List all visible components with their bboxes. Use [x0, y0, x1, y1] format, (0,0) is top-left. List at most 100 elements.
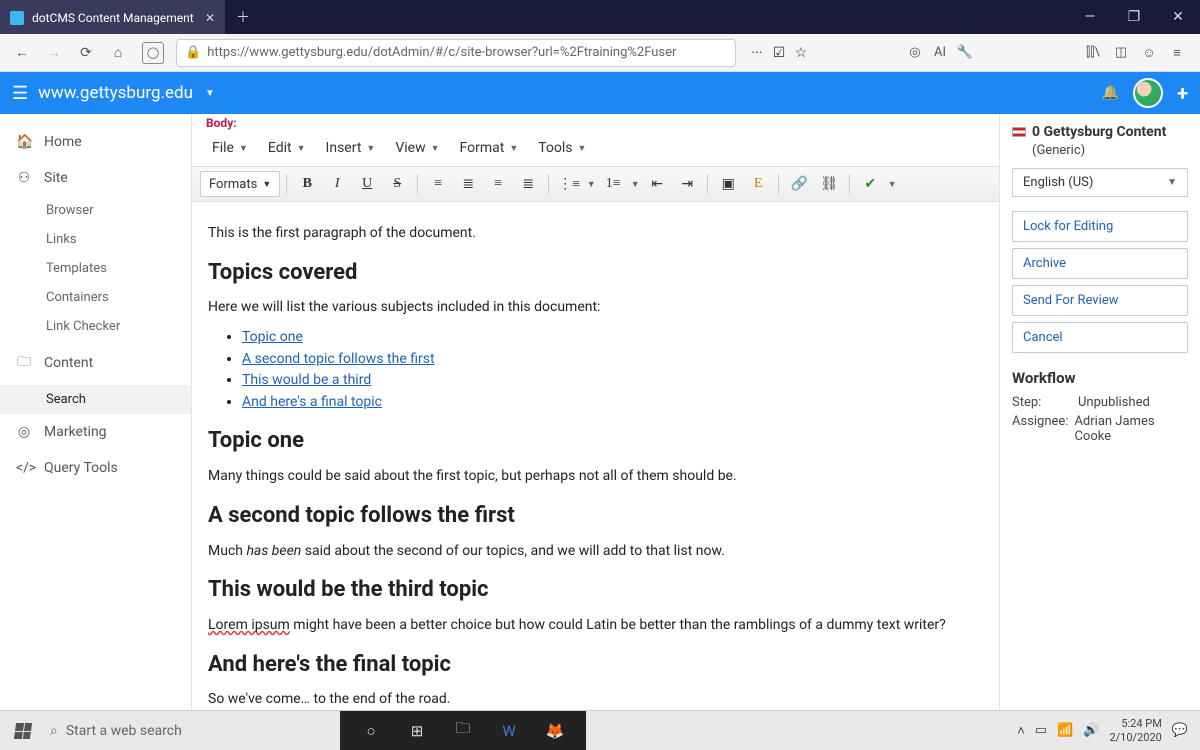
menu-view[interactable]: View▼: [385, 136, 449, 160]
image-button[interactable]: ▣: [714, 171, 742, 197]
cancel-button[interactable]: Cancel: [1012, 322, 1188, 353]
strike-button[interactable]: S: [383, 171, 411, 197]
wrench-icon[interactable]: 🔧: [956, 45, 974, 60]
ai-label[interactable]: AI: [934, 45, 946, 60]
library-icon[interactable]: ⫿⫿\: [1084, 45, 1102, 60]
sidebar-icon[interactable]: ◫: [1112, 45, 1130, 60]
start-button[interactable]: [6, 714, 40, 748]
notifications-icon[interactable]: 🔔: [1102, 85, 1119, 101]
reload-button[interactable]: ⟳: [72, 39, 100, 67]
assignee-label: Assignee:: [1012, 414, 1074, 444]
wifi-icon[interactable]: 📶: [1057, 723, 1073, 738]
sound-icon[interactable]: 🔊: [1083, 723, 1099, 738]
bullet-list-dd[interactable]: ▼: [585, 171, 597, 197]
avatar[interactable]: [1133, 78, 1163, 108]
forward-button[interactable]: →: [40, 39, 68, 67]
site-icon: ⚇: [16, 170, 32, 186]
site-dropdown-icon[interactable]: ▼: [205, 88, 215, 99]
menu-icon[interactable]: ≡: [1168, 45, 1186, 61]
editor-pane: Body: File▼ Edit▼ Insert▼ View▼ Format▼ …: [192, 114, 1000, 710]
topic-link[interactable]: A second topic follows the first: [242, 351, 435, 367]
close-icon[interactable]: ✕: [205, 11, 215, 25]
heading: And here's the final topic: [208, 650, 983, 681]
bold-button[interactable]: B: [293, 171, 321, 197]
workflow-heading: Workflow: [1012, 369, 1188, 387]
cortana-icon[interactable]: ○: [348, 711, 394, 750]
sidebar-sub-browser[interactable]: Browser: [0, 196, 191, 225]
app-topbar: ☰ www.gettysburg.edu ▼ 🔔 +: [0, 72, 1200, 114]
embed-button[interactable]: E: [744, 171, 772, 197]
taskbar-search[interactable]: ⌕ Start a web search: [40, 714, 320, 748]
home-button[interactable]: ⌂: [104, 39, 132, 67]
link-button[interactable]: 🔗: [785, 171, 813, 197]
italic-button[interactable]: I: [323, 171, 351, 197]
window-maximize[interactable]: ❐: [1112, 0, 1156, 34]
explorer-icon[interactable]: 🗀: [440, 711, 486, 750]
extension-icon[interactable]: ◎: [906, 45, 924, 60]
url-bar[interactable]: 🔒 https://www.gettysburg.edu/dotAdmin/#/…: [176, 39, 736, 67]
align-center-button[interactable]: ≣: [454, 171, 482, 197]
menu-format[interactable]: Format▼: [450, 136, 529, 160]
lock-for-editing-button[interactable]: Lock for Editing: [1012, 211, 1188, 242]
menu-edit[interactable]: Edit▼: [258, 136, 316, 160]
assignee-value: Adrian James Cooke: [1074, 414, 1188, 444]
browser-tabstrip: dotCMS Content Management ✕ ＋ — ❐ ✕: [0, 0, 1200, 34]
align-right-button[interactable]: ≡: [484, 171, 512, 197]
word-icon[interactable]: W: [486, 711, 532, 750]
tray-chevron-icon[interactable]: ˄: [1017, 723, 1025, 739]
heading: A second topic follows the first: [208, 501, 983, 532]
number-list-button[interactable]: 1≡: [599, 171, 627, 197]
check-button[interactable]: ✔: [856, 171, 884, 197]
topic-link[interactable]: This would be a third: [242, 372, 371, 388]
account-icon[interactable]: ☺: [1140, 45, 1158, 61]
firefox-icon[interactable]: 🦊: [532, 711, 578, 750]
hamburger-icon[interactable]: ☰: [12, 83, 28, 104]
sidebar-sub-linkchecker[interactable]: Link Checker: [0, 312, 191, 341]
reader-icon[interactable]: ☑: [770, 45, 788, 61]
number-list-dd[interactable]: ▼: [629, 171, 641, 197]
topic-link[interactable]: Topic one: [242, 329, 303, 345]
align-justify-button[interactable]: ≣: [514, 171, 542, 197]
bookmark-star-icon[interactable]: ☆: [792, 45, 810, 61]
check-dd[interactable]: ▼: [886, 171, 898, 197]
sidebar-item-home[interactable]: 🏠 Home: [0, 124, 191, 160]
step-label: Step:: [1012, 395, 1078, 410]
indent-button[interactable]: ⇥: [673, 171, 701, 197]
back-button[interactable]: ←: [8, 39, 36, 67]
menu-insert[interactable]: Insert▼: [316, 136, 386, 160]
sidebar-sub-links[interactable]: Links: [0, 225, 191, 254]
menu-file[interactable]: File▼: [202, 136, 258, 160]
sidebar-sub-search[interactable]: Search: [0, 385, 191, 414]
sidebar-sub-templates[interactable]: Templates: [0, 254, 191, 283]
window-minimize[interactable]: —: [1068, 0, 1112, 34]
add-button[interactable]: +: [1177, 81, 1188, 105]
align-left-button[interactable]: ≡: [424, 171, 452, 197]
unlink-button[interactable]: ⛓: [815, 171, 843, 197]
content-icon: 🗀: [16, 351, 32, 375]
window-close[interactable]: ✕: [1156, 0, 1200, 34]
notifications-tray-icon[interactable]: 💬: [1172, 723, 1188, 738]
language-select[interactable]: English (US)▼: [1012, 168, 1188, 197]
clock[interactable]: 5:24 PM 2/10/2020: [1109, 717, 1161, 743]
menu-tools[interactable]: Tools▼: [528, 136, 596, 160]
archive-button[interactable]: Archive: [1012, 248, 1188, 279]
sidebar-item-site[interactable]: ⚇ Site: [0, 160, 191, 196]
editor-body[interactable]: This is the first paragraph of the docum…: [192, 202, 999, 710]
sidebar-item-marketing[interactable]: ◎ Marketing: [0, 414, 191, 450]
sidebar-item-querytools[interactable]: </> Query Tools: [0, 450, 191, 486]
underline-button[interactable]: U: [353, 171, 381, 197]
bullet-list-button[interactable]: ⋮≡: [555, 171, 583, 197]
browser-tab[interactable]: dotCMS Content Management ✕: [0, 0, 225, 34]
sidebar-item-content[interactable]: 🗀 Content: [0, 341, 191, 385]
windows-icon: [14, 723, 32, 739]
shield-icon[interactable]: ◯: [142, 42, 164, 64]
sidebar-sub-containers[interactable]: Containers: [0, 283, 191, 312]
more-icon[interactable]: ···: [748, 45, 766, 61]
formats-dropdown[interactable]: Formats▼: [200, 171, 280, 197]
topic-link[interactable]: And here's a final topic: [242, 394, 382, 410]
new-tab-button[interactable]: ＋: [225, 0, 261, 34]
send-for-review-button[interactable]: Send For Review: [1012, 285, 1188, 316]
taskview-icon[interactable]: ⊞: [394, 711, 440, 750]
outdent-button[interactable]: ⇤: [643, 171, 671, 197]
battery-icon[interactable]: ▭: [1035, 723, 1047, 738]
